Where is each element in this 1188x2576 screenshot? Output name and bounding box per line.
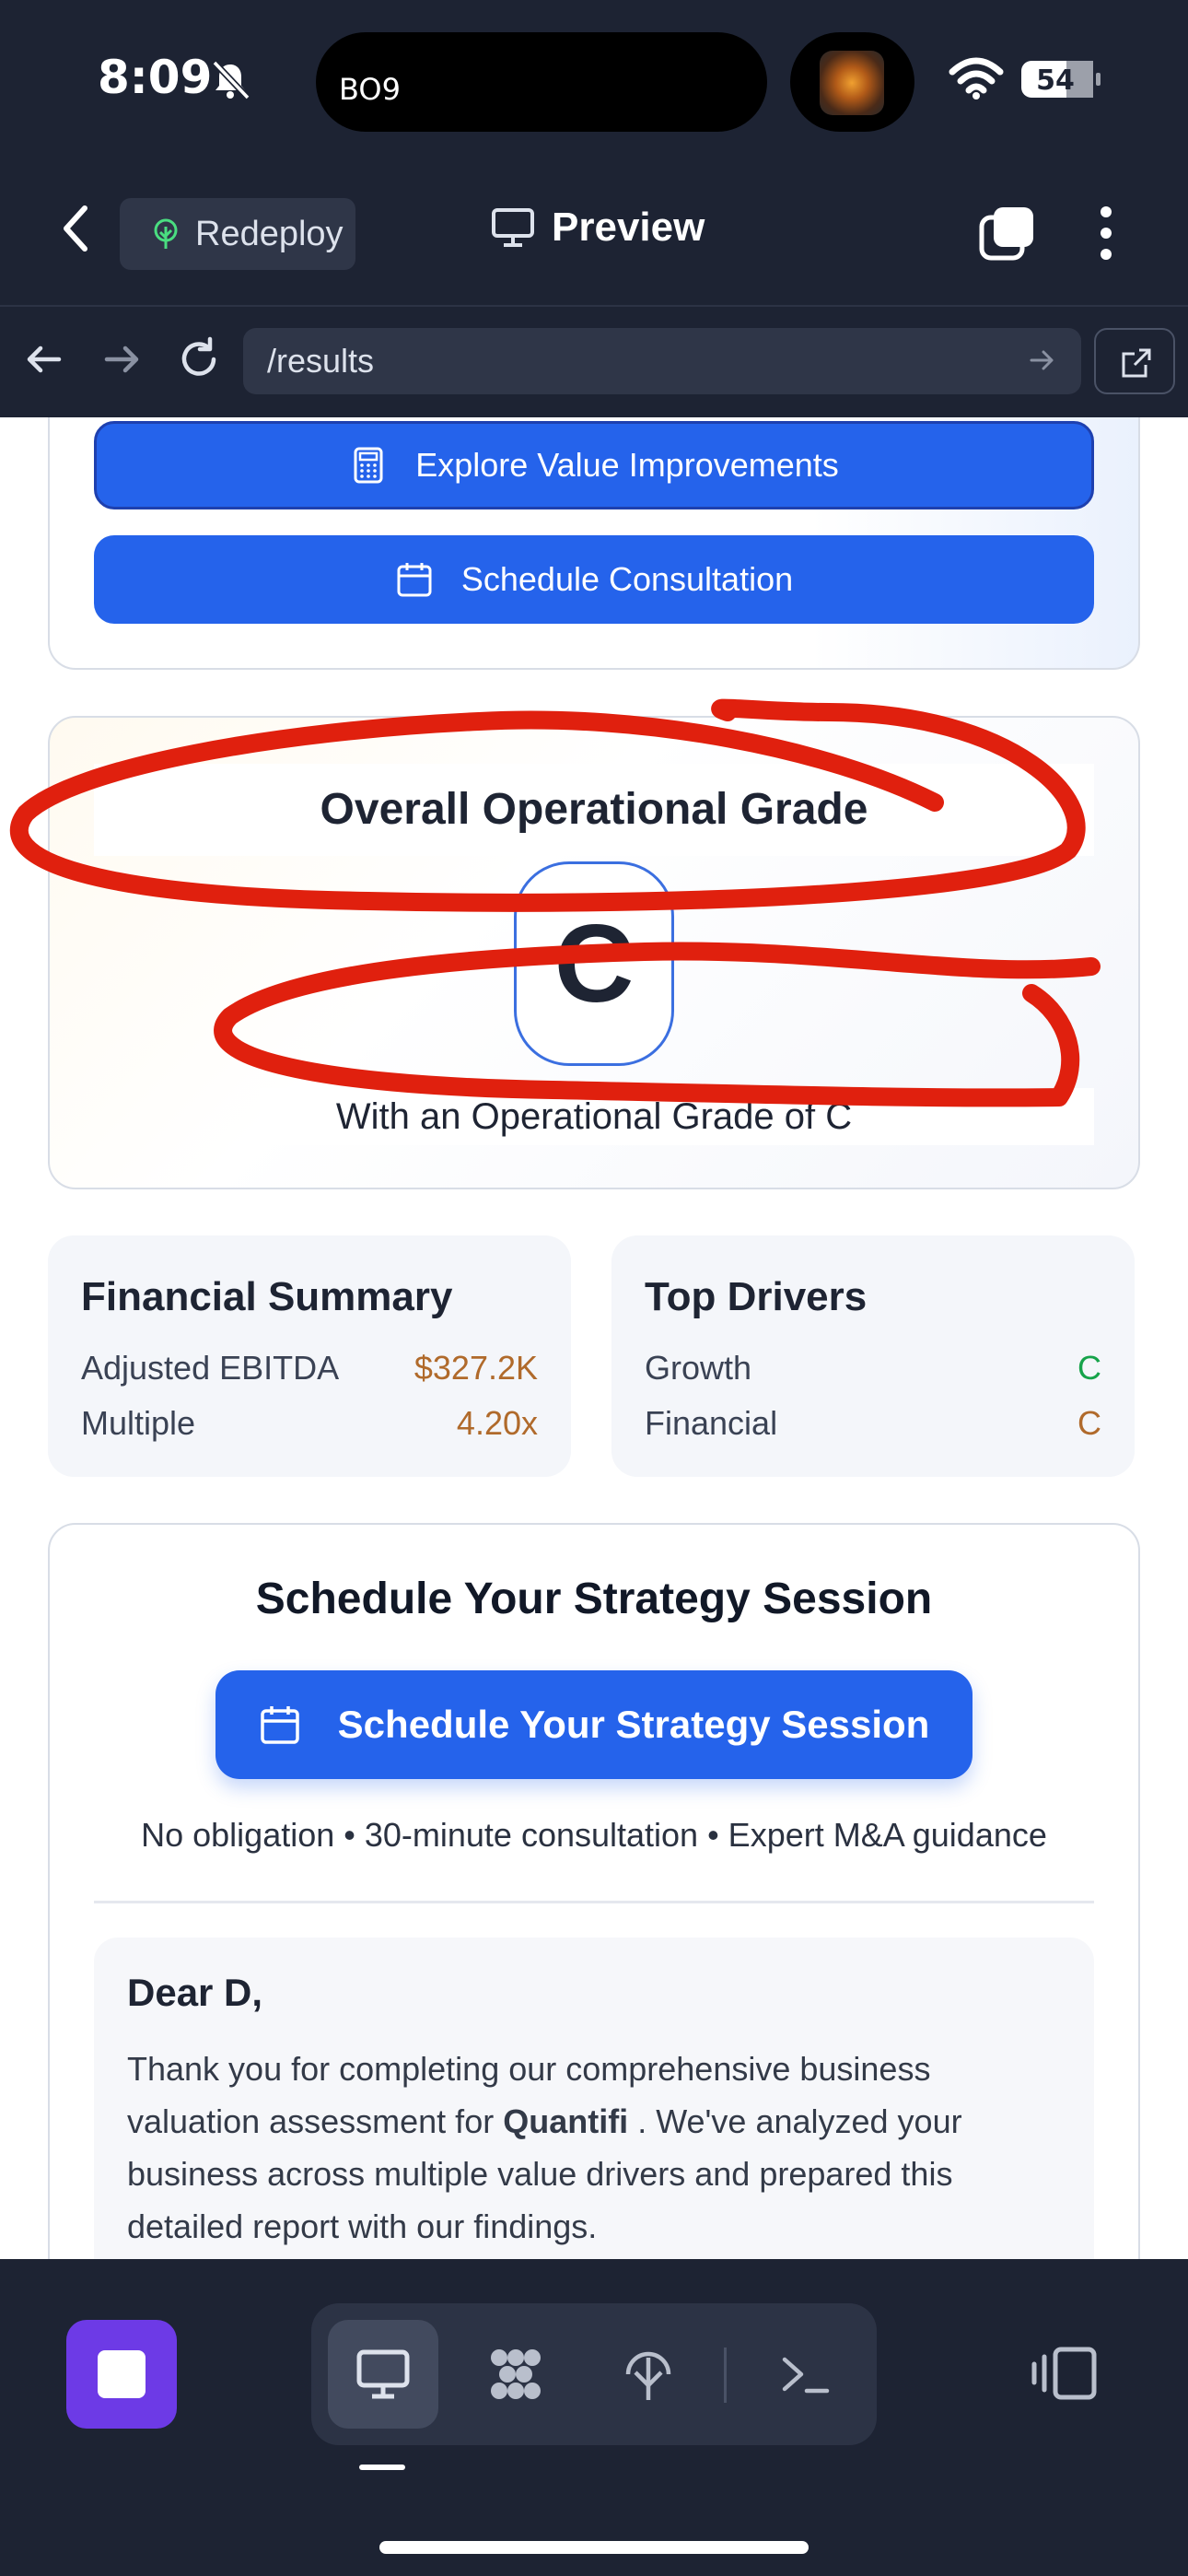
island-camera: [790, 32, 914, 132]
url-field[interactable]: /results: [243, 328, 1081, 394]
preview-tab[interactable]: [328, 2320, 438, 2429]
open-external-button[interactable]: [1094, 328, 1175, 394]
driver-row-growth: Growth C: [645, 1341, 1101, 1396]
letter-body: Thank you for completing our comprehensi…: [127, 2043, 1061, 2253]
summary-label: Multiple: [81, 1404, 196, 1442]
grade-badge: C: [514, 861, 674, 1066]
summary-value: $327.2K: [413, 1349, 538, 1387]
calculator-icon: [354, 447, 383, 484]
stop-button[interactable]: [66, 2320, 177, 2429]
external-link-icon: [1122, 348, 1151, 378]
summary-value: 4.20x: [456, 1404, 538, 1442]
strategy-note: No obligation • 30-minute consultation •…: [141, 1816, 1047, 1854]
top-drivers-card: Top Drivers Growth C Financial C: [611, 1235, 1135, 1477]
divider: [94, 1901, 1094, 1903]
redeploy-label: Redeploy: [195, 214, 344, 253]
back-chevron-icon[interactable]: [57, 203, 94, 254]
battery-icon: 54: [1021, 61, 1101, 98]
top-drivers-title: Top Drivers: [645, 1274, 868, 1319]
monitor-icon: [492, 208, 534, 247]
explore-value-improvements-button[interactable]: Explore Value Improvements: [94, 421, 1094, 509]
browser-back-icon[interactable]: [18, 334, 70, 385]
island-label: BO9: [339, 72, 401, 107]
calendar-icon: [260, 1706, 299, 1744]
financial-summary-card: Financial Summary Adjusted EBITDA $327.2…: [48, 1235, 571, 1477]
explore-label: Explore Value Improvements: [415, 446, 839, 484]
driver-label: Growth: [645, 1349, 752, 1387]
deploy-tab[interactable]: [593, 2320, 704, 2429]
driver-grade: C: [1077, 1349, 1101, 1387]
schedule-strategy-session-button[interactable]: Schedule Your Strategy Session: [215, 1670, 973, 1779]
url-text: /results: [267, 342, 375, 380]
monitor-icon: [356, 2349, 410, 2399]
browser-forward-icon[interactable]: [96, 334, 147, 385]
grade-subtitle: With an Operational Grade of C: [335, 1096, 853, 1137]
schedule-label: Schedule Consultation: [460, 560, 794, 598]
tree-icon: [154, 218, 178, 249]
tabs-icon[interactable]: [979, 205, 1036, 262]
more-options-icon[interactable]: [1089, 205, 1123, 262]
driver-grade: C: [1077, 1404, 1101, 1442]
schedule-consultation-button[interactable]: Schedule Consultation: [94, 535, 1094, 624]
bell-muted-icon: [212, 60, 250, 100]
live-activity-icon: [820, 51, 884, 115]
home-indicator: [379, 2541, 809, 2554]
side-panel-icon[interactable]: [1030, 2344, 1100, 2403]
apps-grid-icon: [491, 2349, 541, 2399]
strategy-button-label: Schedule Your Strategy Session: [337, 1703, 930, 1746]
driver-row-financial: Financial C: [645, 1396, 1101, 1451]
terminal-icon: [782, 2357, 830, 2394]
grade-title: Overall Operational Grade: [320, 785, 868, 834]
preview-label: Preview: [552, 205, 705, 250]
redeploy-button[interactable]: Redeploy: [120, 198, 355, 270]
driver-label: Financial: [645, 1404, 778, 1442]
financial-summary-title: Financial Summary: [81, 1274, 453, 1319]
summary-row-multiple: Multiple 4.20x: [81, 1396, 538, 1451]
letter-block: Dear D, Thank you for completing our com…: [94, 1938, 1094, 2259]
web-content: Explore Value Improvements Schedule Cons…: [0, 417, 1188, 2259]
company-name: Quantifi: [503, 2102, 629, 2140]
battery-level: 54: [1036, 64, 1075, 97]
active-tab-indicator: [359, 2465, 405, 2470]
stop-icon: [98, 2350, 146, 2398]
grid-tab[interactable]: [460, 2320, 571, 2429]
wifi-icon: [949, 57, 1004, 100]
summary-label: Adjusted EBITDA: [81, 1349, 340, 1387]
terminal-tab[interactable]: [750, 2320, 860, 2429]
summary-row-ebitda: Adjusted EBITDA $327.2K: [81, 1341, 538, 1396]
segment-separator: [724, 2348, 727, 2403]
letter-greeting: Dear D,: [127, 1971, 263, 2014]
calendar-icon: [397, 563, 432, 597]
strategy-title: Schedule Your Strategy Session: [255, 1575, 933, 1623]
tree-icon: [625, 2351, 671, 2400]
go-arrow-icon[interactable]: [1026, 345, 1057, 376]
reload-icon[interactable]: [173, 334, 225, 385]
preview-title: Preview: [491, 205, 705, 251]
status-time: 8:09: [98, 51, 213, 104]
